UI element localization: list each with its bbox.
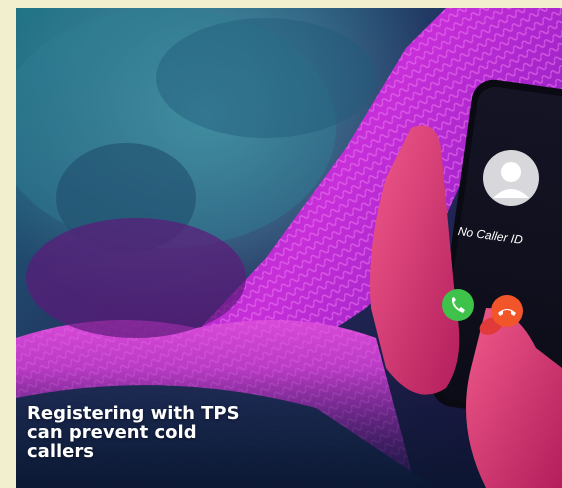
phone-answer-icon <box>442 289 474 321</box>
phone-decline-icon <box>491 295 523 327</box>
photo-frame: No Caller ID Registering with TPS can pr… <box>16 8 562 488</box>
photo-caption: Registering with TPS can prevent cold ca… <box>27 403 240 462</box>
person-silhouette-icon <box>483 150 539 206</box>
